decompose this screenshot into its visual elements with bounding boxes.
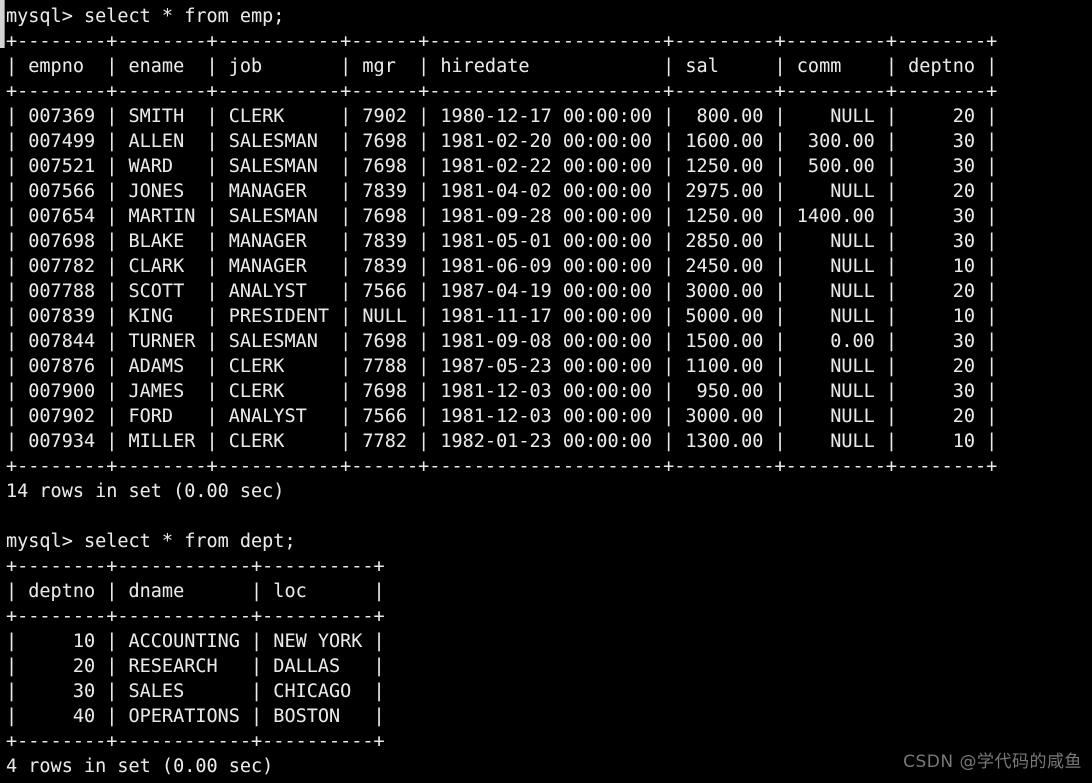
table-row: | 007782 | CLARK | MANAGER | 7839 | 1981… (6, 256, 998, 277)
table-row: | 007654 | MARTIN | SALESMAN | 7698 | 19… (6, 206, 998, 227)
table-row: | 30 | SALES | CHICAGO | (6, 681, 385, 702)
terminal-output: mysql> select * from emp; +--------+-----… (6, 4, 1092, 779)
table-separator: +--------+------------+----------+ (6, 606, 385, 627)
table-row: | 007844 | TURNER | SALESMAN | 7698 | 19… (6, 331, 998, 352)
table-row: | 007934 | MILLER | CLERK | 7782 | 1982-… (6, 431, 998, 452)
table-row: | 007839 | KING | PRESIDENT | NULL | 198… (6, 306, 998, 327)
table-separator: +--------+--------+-----------+------+--… (6, 31, 998, 52)
table-row: | 20 | RESEARCH | DALLAS | (6, 656, 385, 677)
table-row: | 007876 | ADAMS | CLERK | 7788 | 1987-0… (6, 356, 998, 377)
table-row: | 007369 | SMITH | CLERK | 7902 | 1980-1… (6, 106, 998, 127)
table-separator: +--------+------------+----------+ (6, 556, 385, 577)
table-row: | 007566 | JONES | MANAGER | 7839 | 1981… (6, 181, 998, 202)
table-header-row: | deptno | dname | loc | (6, 581, 385, 602)
table-row: | 007521 | WARD | SALESMAN | 7698 | 1981… (6, 156, 998, 177)
table-row: | 007788 | SCOTT | ANALYST | 7566 | 1987… (6, 281, 998, 302)
table-separator: +--------+--------+-----------+------+--… (6, 81, 998, 102)
table-row: | 10 | ACCOUNTING | NEW YORK | (6, 631, 385, 652)
table-row: | 40 | OPERATIONS | BOSTON | (6, 706, 385, 727)
terminal-window[interactable]: mysql> select * from emp; +--------+-----… (0, 0, 1092, 783)
table-row: | 007900 | JAMES | CLERK | 7698 | 1981-1… (6, 381, 998, 402)
table-separator: +--------+--------+-----------+------+--… (6, 456, 998, 477)
table-row: | 007499 | ALLEN | SALESMAN | 7698 | 198… (6, 131, 998, 152)
csdn-watermark: CSDN @学代码的咸鱼 (903, 752, 1082, 772)
window-scroll-edge (0, 0, 5, 48)
table-row: | 007698 | BLAKE | MANAGER | 7839 | 1981… (6, 231, 998, 252)
command-line: mysql> select * from emp; (6, 6, 285, 27)
status-line: 14 rows in set (0.00 sec) (6, 481, 285, 502)
table-row: | 007902 | FORD | ANALYST | 7566 | 1981-… (6, 406, 998, 427)
table-header-row: | empno | ename | job | mgr | hiredate |… (6, 56, 998, 77)
command-line: mysql> select * from dept; (6, 531, 296, 552)
